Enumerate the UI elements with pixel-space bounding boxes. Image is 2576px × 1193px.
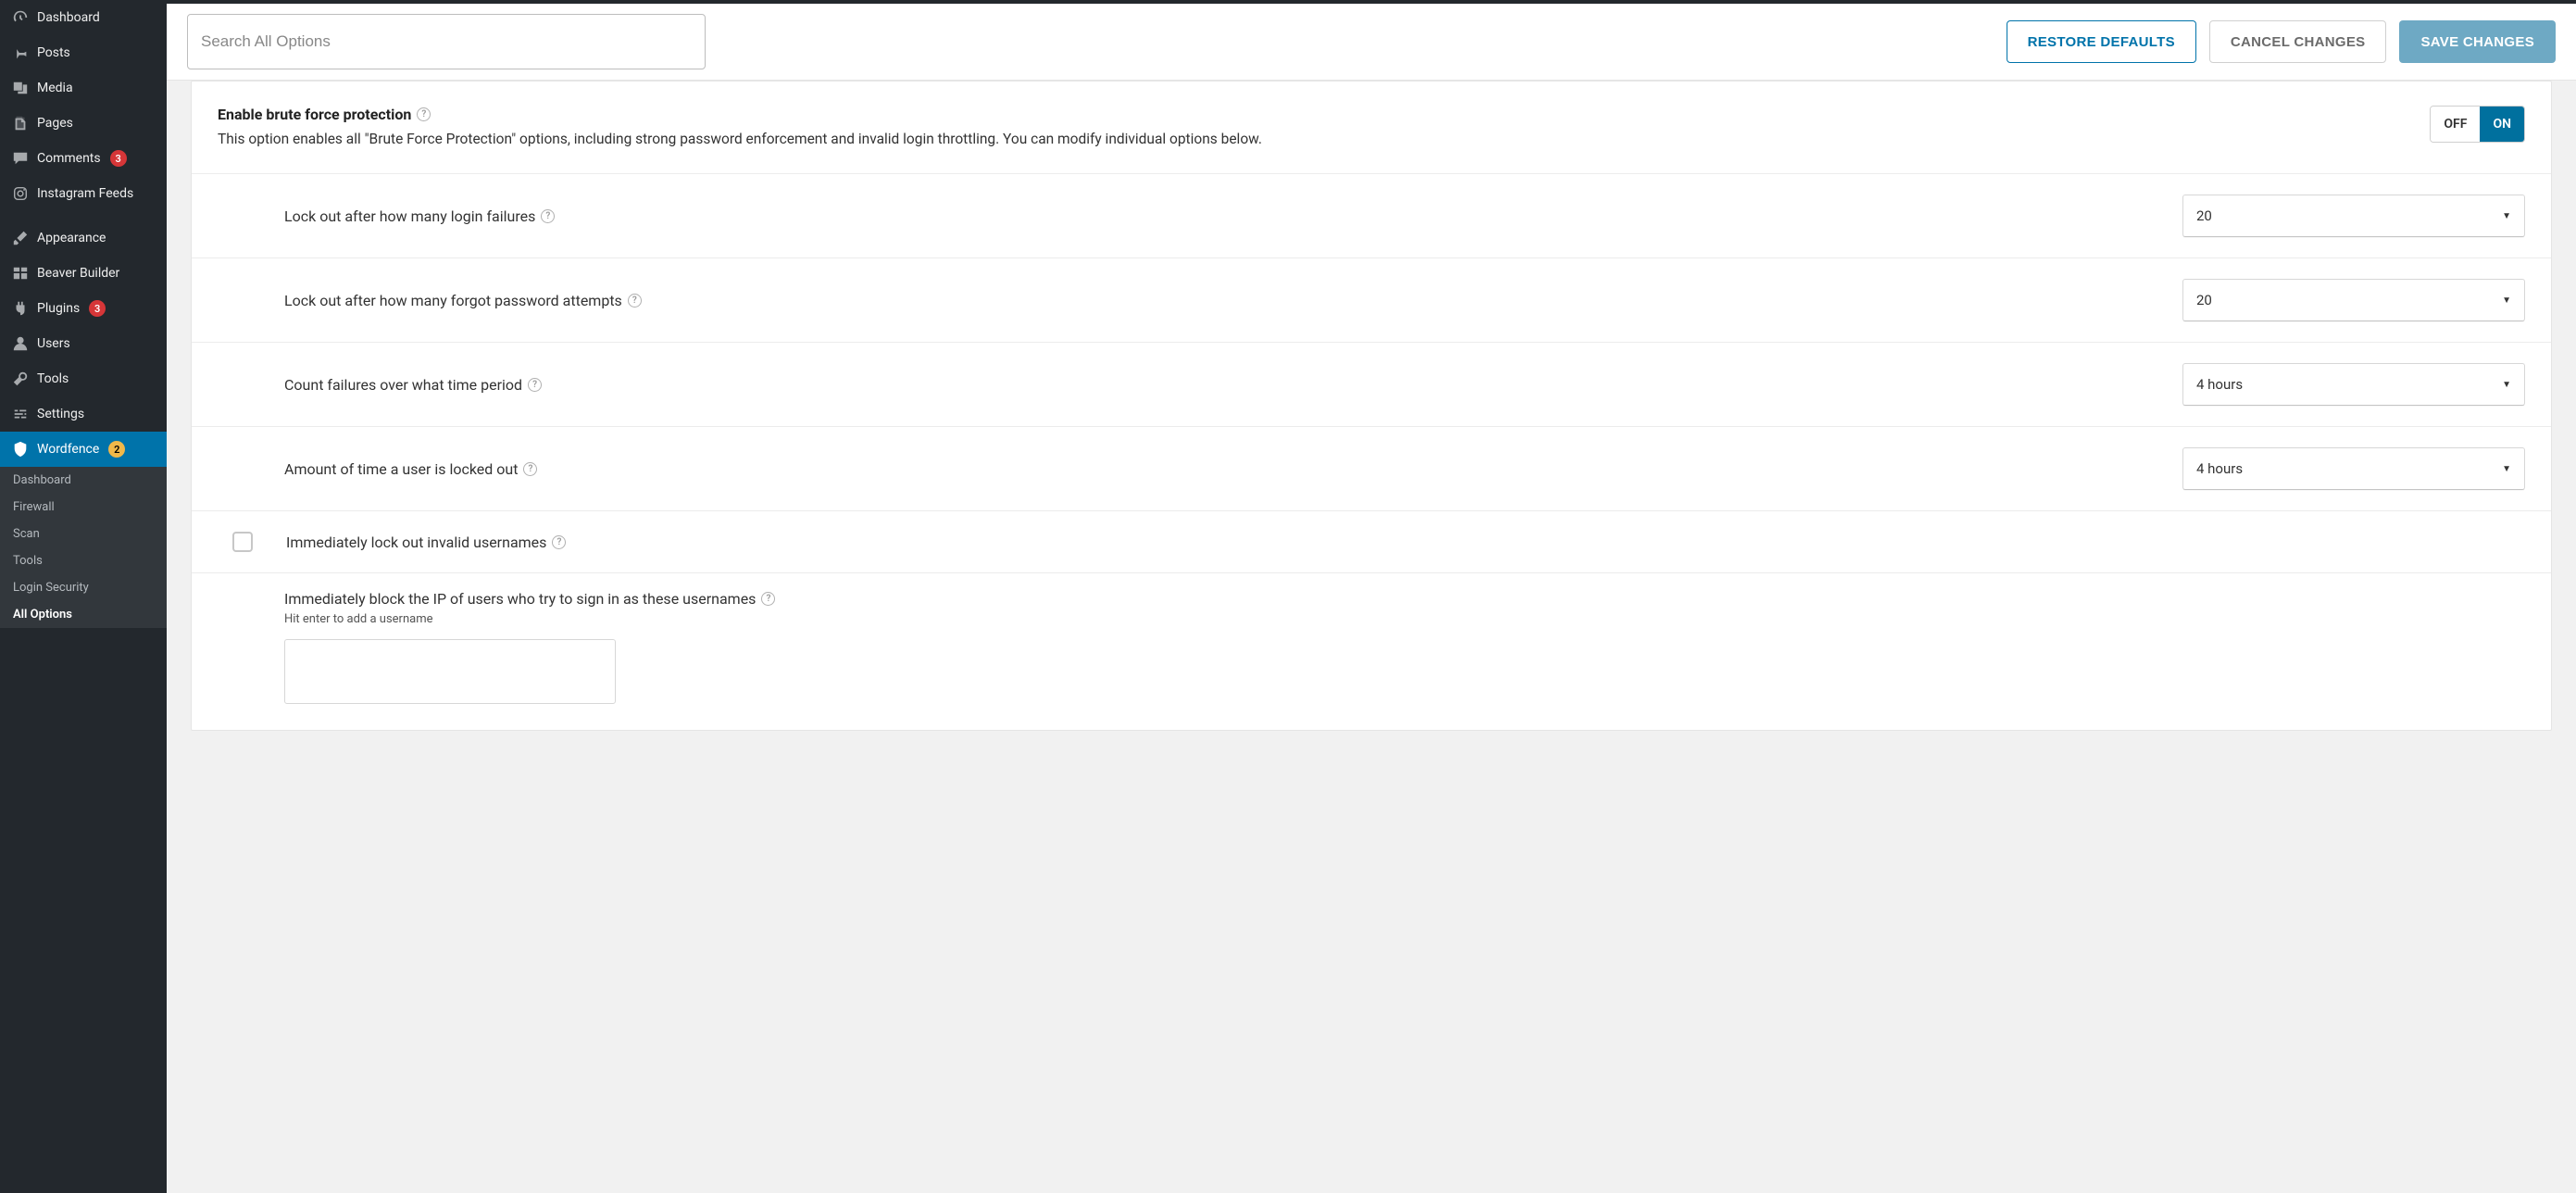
login-failures-select[interactable]: 20 ▼: [2182, 195, 2525, 237]
option-lockout-duration: Amount of time a user is locked out ? 4 …: [192, 426, 2551, 510]
select-value: 20: [2196, 292, 2212, 308]
sidebar-item-label: Posts: [37, 45, 70, 60]
blocked-usernames-input[interactable]: [284, 639, 616, 704]
wordfence-submenu: Dashboard Firewall Scan Tools Login Secu…: [0, 467, 167, 628]
wrench-icon: [11, 370, 30, 388]
sidebar-item-appearance[interactable]: Appearance: [0, 220, 167, 256]
sidebar-item-label: Settings: [37, 407, 84, 421]
sidebar-item-media[interactable]: Media: [0, 70, 167, 106]
sidebar-item-wordfence[interactable]: Wordfence 2: [0, 432, 167, 467]
comment-icon: [11, 149, 30, 168]
sidebar-item-label: Pages: [37, 116, 73, 131]
sidebar-item-label: Plugins: [37, 301, 80, 316]
sidebar-item-label: Users: [37, 336, 70, 351]
sidebar-item-users[interactable]: Users: [0, 326, 167, 361]
plug-icon: [11, 299, 30, 318]
submenu-login-security[interactable]: Login Security: [0, 574, 167, 601]
user-icon: [11, 334, 30, 353]
restore-defaults-button[interactable]: RESTORE DEFAULTS: [2007, 20, 2196, 63]
option-lockout-invalid-usernames: Immediately lock out invalid usernames ?: [192, 510, 2551, 572]
pages-icon: [11, 114, 30, 132]
options-toolbar: RESTORE DEFAULTS CANCEL CHANGES SAVE CHA…: [167, 4, 2576, 81]
help-icon[interactable]: ?: [552, 535, 566, 549]
sidebar-item-dashboard[interactable]: Dashboard: [0, 0, 167, 35]
option-label: Count failures over what time period: [284, 376, 522, 394]
help-icon[interactable]: ?: [528, 378, 542, 392]
sidebar-item-label: Dashboard: [37, 10, 100, 25]
brute-force-toggle[interactable]: OFF ON: [2430, 106, 2525, 143]
submenu-dashboard[interactable]: Dashboard: [0, 467, 167, 494]
gauge-icon: [11, 8, 30, 27]
option-label: Immediately block the IP of users who tr…: [284, 590, 756, 608]
submenu-tools[interactable]: Tools: [0, 547, 167, 574]
help-icon[interactable]: ?: [541, 209, 555, 223]
sidebar-item-tools[interactable]: Tools: [0, 361, 167, 396]
lockout-duration-select[interactable]: 4 hours ▼: [2182, 447, 2525, 490]
shield-icon: [11, 440, 30, 458]
instagram-icon: [11, 184, 30, 203]
submenu-all-options[interactable]: All Options: [0, 601, 167, 628]
save-changes-button[interactable]: SAVE CHANGES: [2399, 20, 2556, 63]
option-block-ip-usernames: Immediately block the IP of users who tr…: [192, 572, 2551, 730]
count-failures-select[interactable]: 4 hours ▼: [2182, 363, 2525, 406]
submenu-firewall[interactable]: Firewall: [0, 494, 167, 521]
help-icon[interactable]: ?: [417, 107, 431, 121]
sidebar-item-settings[interactable]: Settings: [0, 396, 167, 432]
sidebar-item-beaver-builder[interactable]: Beaver Builder: [0, 256, 167, 291]
section-description: This option enables all "Brute Force Pro…: [218, 129, 2411, 149]
help-icon[interactable]: ?: [761, 592, 775, 606]
sidebar-item-instagram-feeds[interactable]: Instagram Feeds: [0, 176, 167, 211]
chevron-down-icon: ▼: [2502, 295, 2511, 306]
sidebar-item-label: Instagram Feeds: [37, 186, 133, 201]
media-icon: [11, 79, 30, 97]
sidebar-item-plugins[interactable]: Plugins 3: [0, 291, 167, 326]
toggle-off[interactable]: OFF: [2431, 107, 2480, 142]
cancel-changes-button[interactable]: CANCEL CHANGES: [2209, 20, 2387, 63]
pin-icon: [11, 44, 30, 62]
option-forgot-password-attempts: Lock out after how many forgot password …: [192, 257, 2551, 342]
sidebar-item-label: Media: [37, 81, 73, 95]
option-label: Lock out after how many forgot password …: [284, 292, 622, 309]
sidebar-item-pages[interactable]: Pages: [0, 106, 167, 141]
sidebar-item-label: Wordfence: [37, 442, 99, 457]
option-label: Lock out after how many login failures: [284, 207, 535, 225]
option-label: Amount of time a user is locked out: [284, 460, 518, 478]
help-icon[interactable]: ?: [523, 462, 537, 476]
sidebar-item-label: Comments: [37, 151, 101, 166]
section-title: Enable brute force protection: [218, 106, 411, 123]
select-value: 20: [2196, 207, 2212, 224]
content-area: RESTORE DEFAULTS CANCEL CHANGES SAVE CHA…: [167, 0, 2576, 1193]
option-count-failures-period: Count failures over what time period ? 4…: [192, 342, 2551, 426]
admin-sidebar: Dashboard Posts Media Pages Comments 3 I…: [0, 0, 167, 1193]
sidebar-item-label: Beaver Builder: [37, 266, 119, 281]
chevron-down-icon: ▼: [2502, 464, 2511, 474]
sidebar-item-posts[interactable]: Posts: [0, 35, 167, 70]
option-label: Immediately lock out invalid usernames: [286, 534, 546, 551]
wordfence-badge: 2: [108, 441, 125, 458]
forgot-password-select[interactable]: 20 ▼: [2182, 279, 2525, 321]
select-value: 4 hours: [2196, 376, 2243, 393]
option-hint: Hit enter to add a username: [284, 612, 433, 626]
sliders-icon: [11, 405, 30, 423]
sidebar-item-comments[interactable]: Comments 3: [0, 141, 167, 176]
help-icon[interactable]: ?: [628, 294, 642, 308]
select-value: 4 hours: [2196, 460, 2243, 477]
option-login-failures: Lock out after how many login failures ?…: [192, 173, 2551, 257]
brute-force-panel: Enable brute force protection ? This opt…: [191, 81, 2552, 731]
plugins-badge: 3: [89, 300, 106, 317]
sidebar-item-label: Tools: [37, 371, 69, 386]
search-input[interactable]: [187, 14, 706, 69]
chevron-down-icon: ▼: [2502, 211, 2511, 221]
brush-icon: [11, 229, 30, 247]
sidebar-item-label: Appearance: [37, 231, 106, 245]
submenu-scan[interactable]: Scan: [0, 521, 167, 547]
toggle-on[interactable]: ON: [2480, 107, 2524, 142]
grid-icon: [11, 264, 30, 283]
lockout-invalid-usernames-checkbox[interactable]: [232, 532, 253, 552]
comments-badge: 3: [110, 150, 127, 167]
chevron-down-icon: ▼: [2502, 380, 2511, 390]
